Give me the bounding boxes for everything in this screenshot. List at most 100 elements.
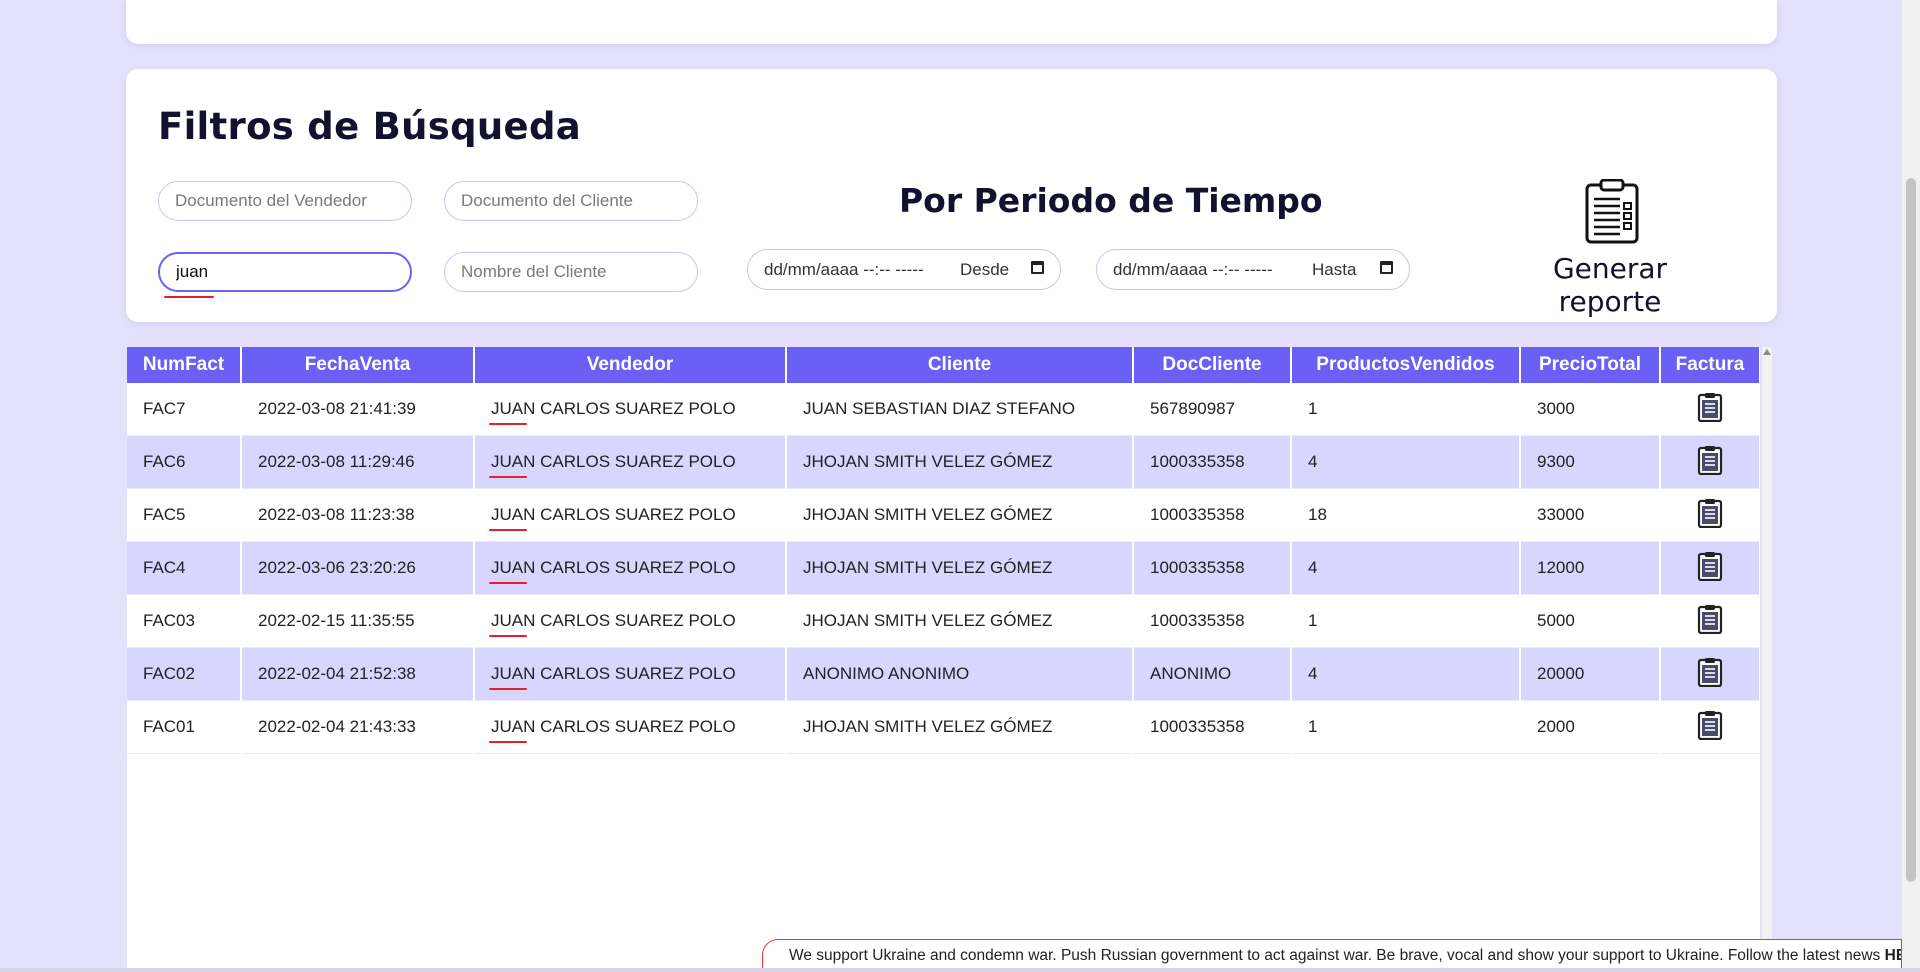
cell-num-fact: FAC03 <box>127 594 242 648</box>
spellcheck-underline <box>489 423 527 425</box>
cell-vendedor: JUAN CARLOS SUAREZ POLO <box>474 488 787 542</box>
cell-fecha-venta: 2022-03-08 11:29:46 <box>241 435 475 489</box>
bottom-edge <box>0 968 1920 972</box>
client-document-input[interactable] <box>444 181 698 221</box>
cell-cliente: JHOJAN SMITH VELEZ GÓMEZ <box>786 488 1134 542</box>
cell-productos-vendidos: 18 <box>1291 488 1521 542</box>
clipboard-icon[interactable] <box>1697 710 1723 744</box>
cell-fecha-venta: 2022-03-08 11:23:38 <box>241 488 475 542</box>
clipboard-icon[interactable] <box>1697 657 1723 691</box>
cell-factura <box>1660 594 1760 648</box>
vendedor-highlight: JUAN <box>489 717 535 743</box>
filter-panel: Filtros de Búsqueda Por Periodo de Tiemp… <box>126 69 1777 322</box>
cell-cliente: JHOJAN SMITH VELEZ GÓMEZ <box>786 435 1134 489</box>
vendedor-rest: CARLOS SUAREZ POLO <box>535 717 736 736</box>
cell-productos-vendidos: 1 <box>1291 700 1521 754</box>
cell-precio-total: 9300 <box>1520 435 1661 489</box>
date-from-mask: dd/mm/aaaa --:-- ----- <box>764 260 924 279</box>
vendedor-rest: CARLOS SUAREZ POLO <box>535 664 736 683</box>
clipboard-icon[interactable] <box>1697 498 1723 532</box>
scroll-up-arrow-icon[interactable] <box>1763 349 1771 355</box>
cell-productos-vendidos: 4 <box>1291 647 1521 701</box>
spellcheck-underline <box>489 688 527 690</box>
vendedor-highlight: JUAN <box>489 452 535 478</box>
column-header[interactable]: FechaVenta <box>241 347 475 383</box>
vendedor-highlight: JUAN <box>489 611 535 637</box>
column-header[interactable]: Factura <box>1660 347 1760 383</box>
cell-fecha-venta: 2022-02-04 21:43:33 <box>241 700 475 754</box>
column-header[interactable]: ProductosVendidos <box>1291 347 1521 383</box>
cell-cliente: JUAN SEBASTIAN DIAZ STEFANO <box>786 383 1134 436</box>
banner-link[interactable]: HERE <box>1885 947 1901 964</box>
filter-title: Filtros de Búsqueda <box>158 105 581 148</box>
cell-num-fact: FAC02 <box>127 647 242 701</box>
clipboard-icon[interactable] <box>1697 392 1723 426</box>
cell-fecha-venta: 2022-02-04 21:52:38 <box>241 647 475 701</box>
column-header[interactable]: PrecioTotal <box>1520 347 1661 383</box>
calendar-icon[interactable] <box>1031 261 1044 274</box>
spellcheck-underline <box>489 529 527 531</box>
date-from-label: Desde <box>960 260 1010 279</box>
clipboard-icon[interactable] <box>1697 604 1723 638</box>
table-row[interactable]: FAC01 2022-02-04 21:43:33 JUAN CARLOS SUAR… <box>127 700 1760 754</box>
cell-vendedor: JUAN CARLOS SUAREZ POLO <box>474 700 787 754</box>
column-header[interactable]: Vendedor <box>474 347 787 383</box>
cell-fecha-venta: 2022-02-15 11:35:55 <box>241 594 475 648</box>
clipboard-icon[interactable] <box>1697 551 1723 585</box>
spellcheck-underline <box>489 476 527 478</box>
table-row[interactable]: FAC4 2022-03-06 23:20:26 JUAN CARLOS SUARE… <box>127 541 1760 595</box>
cell-productos-vendidos: 4 <box>1291 435 1521 489</box>
date-to-input[interactable]: dd/mm/aaaa --:-- ----- Hasta <box>1096 249 1410 290</box>
column-header[interactable]: Cliente <box>786 347 1134 383</box>
table-row[interactable]: FAC03 2022-02-15 11:35:55 JUAN CARLOS SUAR… <box>127 594 1760 648</box>
vendedor-highlight: JUAN <box>489 399 535 425</box>
cell-fecha-venta: 2022-03-06 23:20:26 <box>241 541 475 595</box>
date-to-mask: dd/mm/aaaa --:-- ----- <box>1113 260 1273 279</box>
seller-name-input[interactable] <box>158 252 412 292</box>
cell-factura <box>1660 647 1760 701</box>
cell-doc-cliente: ANONIMO <box>1133 647 1292 701</box>
cell-productos-vendidos: 1 <box>1291 383 1521 436</box>
cell-cliente: JHOJAN SMITH VELEZ GÓMEZ <box>786 594 1134 648</box>
client-name-input[interactable] <box>444 252 698 292</box>
date-from-input[interactable]: dd/mm/aaaa --:-- ----- Desde <box>747 249 1061 290</box>
cell-doc-cliente: 1000335358 <box>1133 594 1292 648</box>
date-to-label: Hasta <box>1312 260 1357 279</box>
table-row[interactable]: FAC5 2022-03-08 11:23:38 JUAN CARLOS SUARE… <box>127 488 1760 542</box>
cell-doc-cliente: 567890987 <box>1133 383 1292 436</box>
cell-doc-cliente: 1000335358 <box>1133 700 1292 754</box>
cell-cliente: ANONIMO ANONIMO <box>786 647 1134 701</box>
table-scrollbar[interactable] <box>1762 347 1772 972</box>
table-row[interactable]: FAC6 2022-03-08 11:29:46 JUAN CARLOS SUARE… <box>127 435 1760 489</box>
vendedor-rest: CARLOS SUAREZ POLO <box>535 611 736 630</box>
cell-num-fact: FAC4 <box>127 541 242 595</box>
cell-productos-vendidos: 1 <box>1291 594 1521 648</box>
calendar-icon[interactable] <box>1380 261 1393 274</box>
vendedor-highlight: JUAN <box>489 664 535 690</box>
cell-cliente: JHOJAN SMITH VELEZ GÓMEZ <box>786 541 1134 595</box>
spellcheck-underline <box>489 582 527 584</box>
cell-factura <box>1660 700 1760 754</box>
table-row[interactable]: FAC02 2022-02-04 21:52:38 JUAN CARLOS SUAR… <box>127 647 1760 701</box>
cell-num-fact: FAC01 <box>127 700 242 754</box>
cell-num-fact: FAC6 <box>127 435 242 489</box>
generate-report-button[interactable]: Generar reporte <box>1500 179 1720 318</box>
generate-report-label: Generar reporte <box>1552 252 1668 318</box>
report-clipboard-icon <box>1585 179 1639 244</box>
seller-document-input[interactable] <box>158 181 412 221</box>
cell-factura <box>1660 488 1760 542</box>
column-header[interactable]: NumFact <box>127 347 242 383</box>
cell-vendedor: JUAN CARLOS SUAREZ POLO <box>474 647 787 701</box>
cell-doc-cliente: 1000335358 <box>1133 488 1292 542</box>
table-row[interactable]: FAC7 2022-03-08 21:41:39 JUAN CARLOS SUARE… <box>127 383 1760 436</box>
column-header[interactable]: DocCliente <box>1133 347 1292 383</box>
page-scrollbar-thumb[interactable] <box>1906 178 1916 882</box>
spellcheck-underline <box>489 741 527 743</box>
clipboard-icon[interactable] <box>1697 445 1723 479</box>
cell-num-fact: FAC7 <box>127 383 242 436</box>
cell-precio-total: 33000 <box>1520 488 1661 542</box>
vendedor-highlight: JUAN <box>489 558 535 584</box>
cell-vendedor: JUAN CARLOS SUAREZ POLO <box>474 541 787 595</box>
cell-precio-total: 2000 <box>1520 700 1661 754</box>
cell-factura <box>1660 435 1760 489</box>
